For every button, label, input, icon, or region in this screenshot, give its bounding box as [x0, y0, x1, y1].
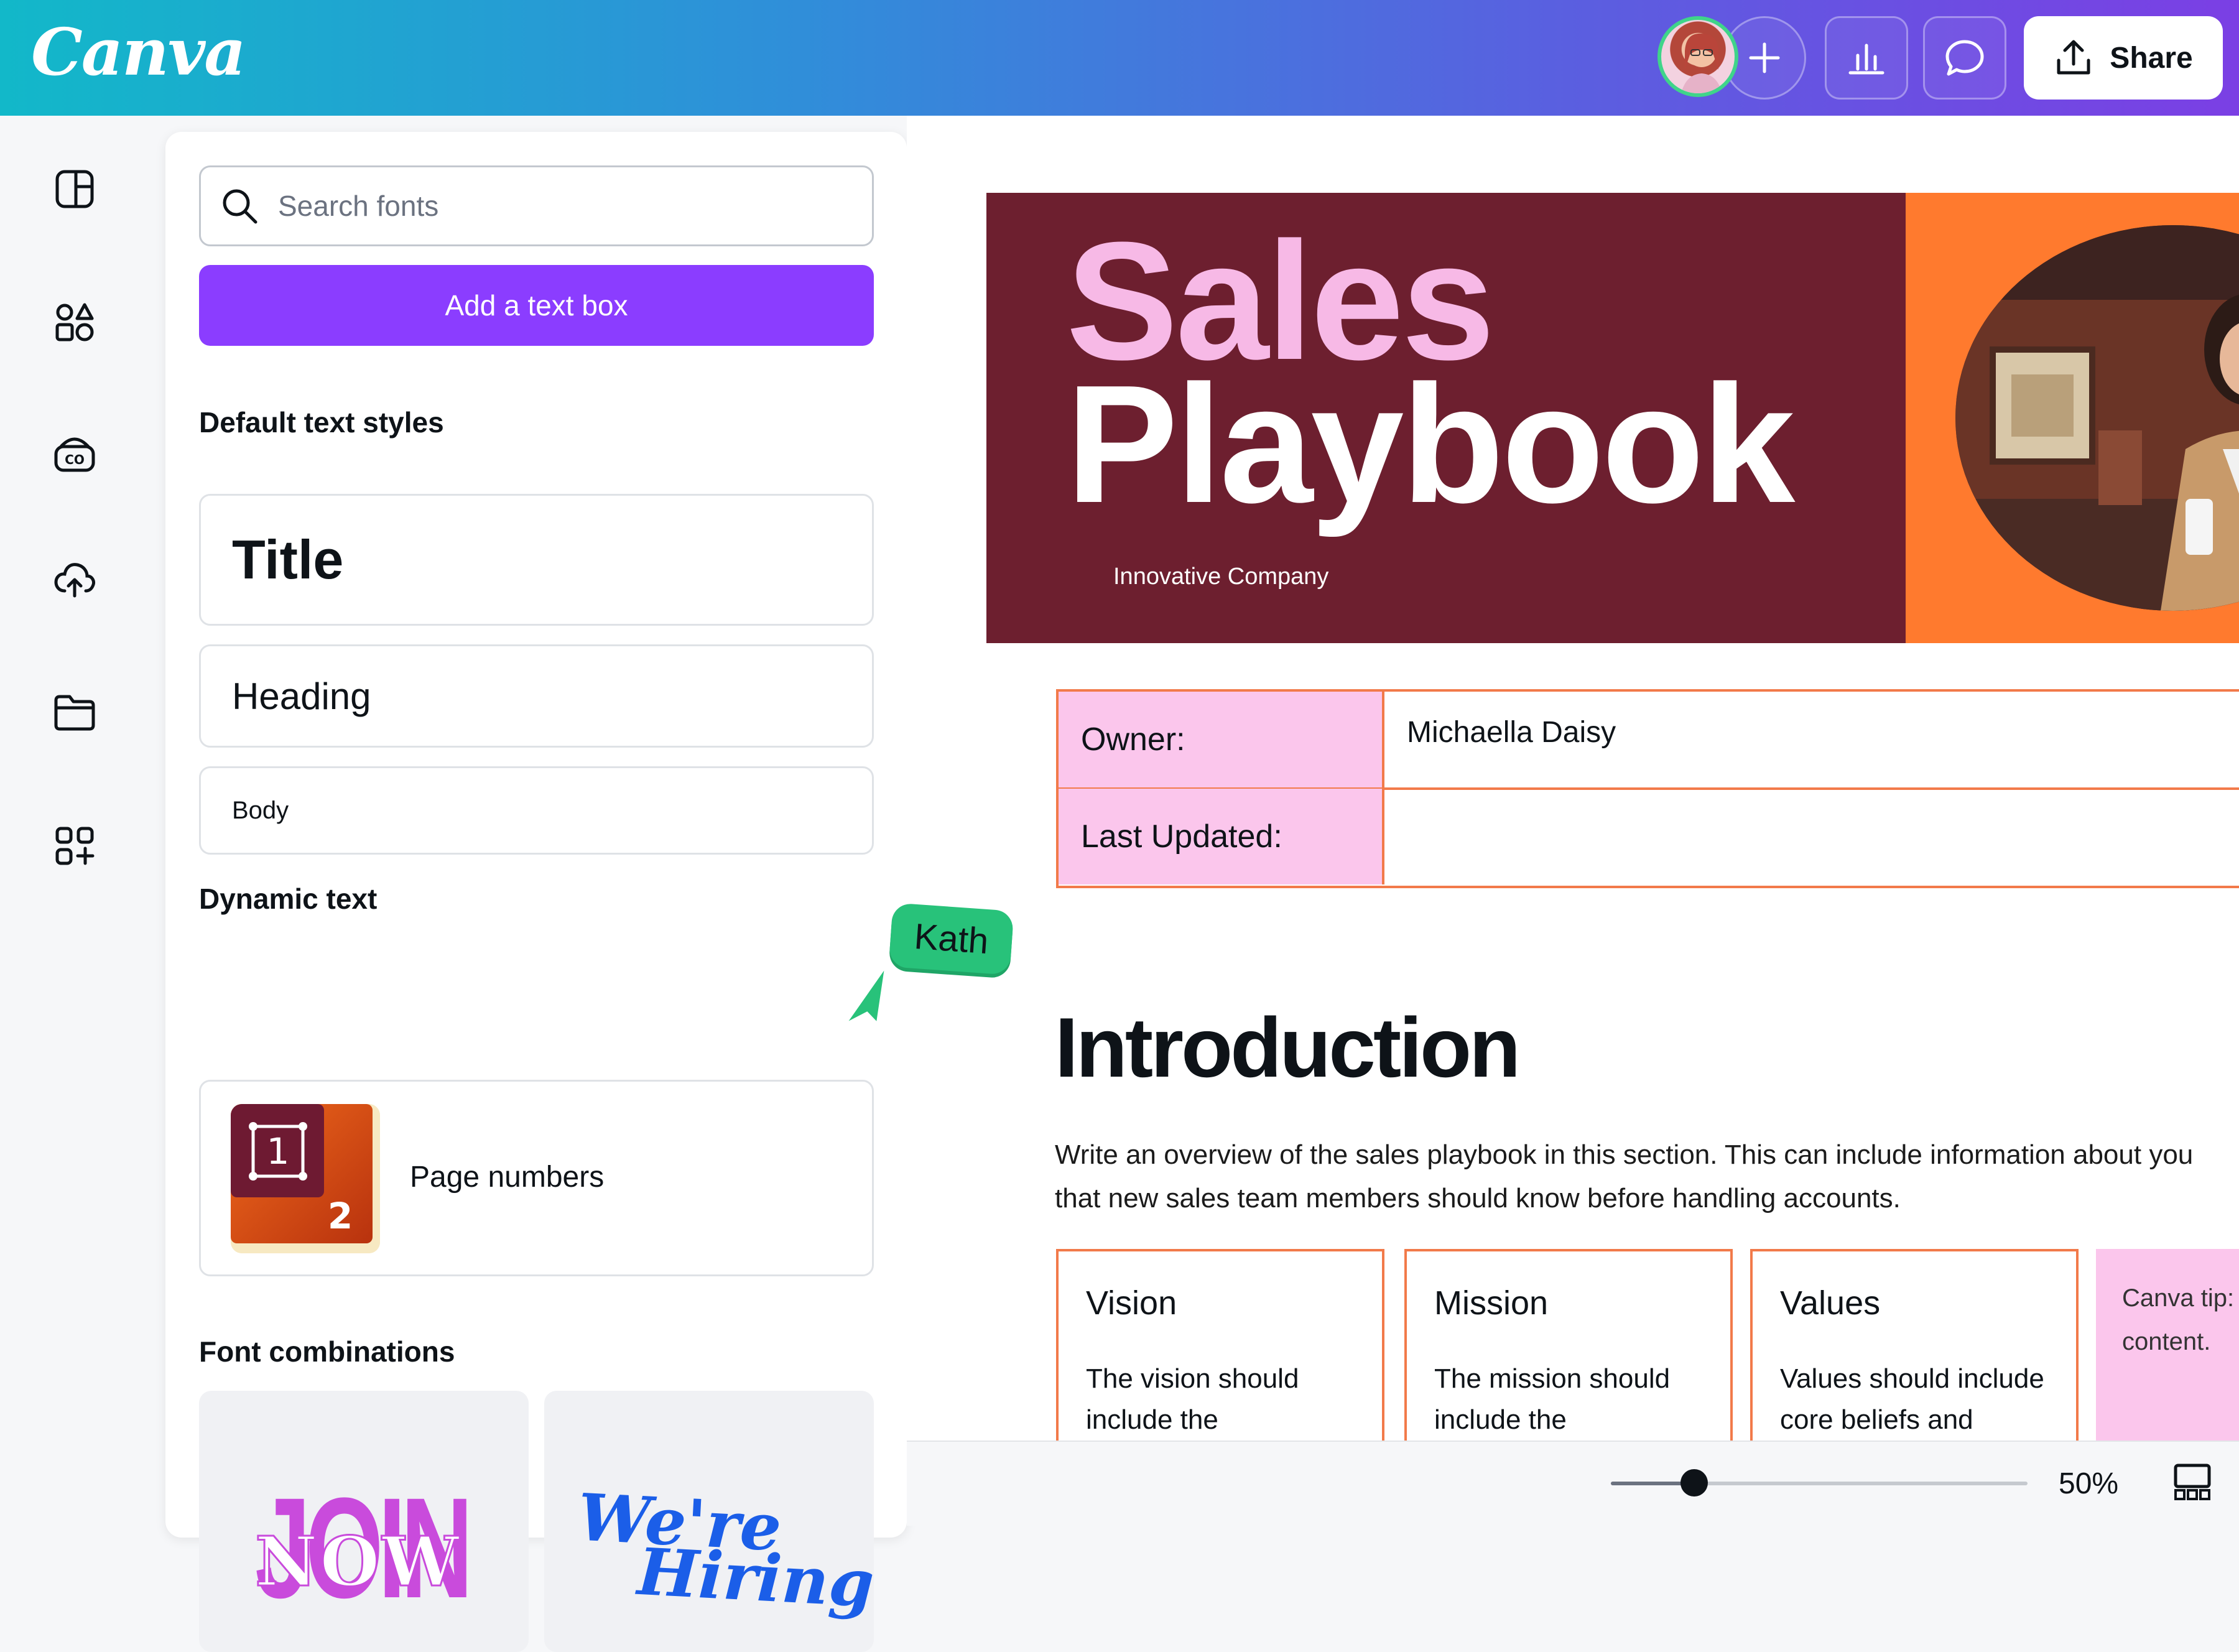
introduction-heading[interactable]: Introduction: [1055, 999, 1521, 1096]
top-bar: Canva Share: [0, 0, 2239, 116]
design-icon: [55, 170, 94, 208]
owner-value[interactable]: Michaella Daisy: [1407, 715, 1616, 749]
font-combinations-heading: Font combinations: [199, 1335, 455, 1368]
canva-tip-text: Canva tip: great for t content.: [2122, 1284, 2239, 1355]
canva-tip-box[interactable]: Canva tip: great for t content.: [2096, 1249, 2239, 1448]
font-combo-hiring[interactable]: We're Hiring!: [544, 1391, 874, 1652]
zoom-slider-handle[interactable]: [1680, 1469, 1708, 1497]
title-style-label: Title: [232, 529, 344, 590]
owner-info-table[interactable]: Owner: Michaella Daisy Last Updated:: [1056, 689, 2239, 888]
body-style-label: Body: [232, 796, 289, 824]
share-label: Share: [2110, 41, 2193, 75]
last-updated-label[interactable]: Last Updated:: [1059, 789, 1384, 884]
owner-row: Owner: Michaella Daisy: [1059, 692, 2239, 790]
upload-icon: [2057, 40, 2090, 75]
search-icon: [223, 189, 257, 224]
projects-icon: [54, 695, 95, 731]
heading-style-label: Heading: [232, 675, 371, 717]
body-style-card[interactable]: Body: [199, 766, 874, 855]
apps-icon: [55, 827, 95, 865]
search-placeholder: Search fonts: [278, 190, 439, 222]
vision-body: The vision should include the: [1086, 1363, 1299, 1435]
page-number-2: 2: [328, 1195, 353, 1237]
add-text-box-button[interactable]: Add a text box: [199, 265, 874, 346]
intro-line-1: Write an overview of the sales playbook …: [1055, 1139, 2194, 1170]
insights-button[interactable]: [1825, 16, 1908, 100]
share-button[interactable]: Share: [2024, 16, 2223, 100]
rail-brand[interactable]: CO: [46, 424, 103, 481]
grid-view-icon: [2174, 1464, 2211, 1500]
values-title: Values: [1780, 1284, 1881, 1322]
rail-elements[interactable]: [46, 294, 103, 351]
combo-hiring-text: Hiring!: [636, 1533, 874, 1624]
left-rail: CO: [0, 116, 149, 1524]
canva-logo[interactable]: Canva: [31, 14, 246, 90]
vision-title: Vision: [1086, 1284, 1177, 1322]
values-box[interactable]: Values Values should include core belief…: [1750, 1249, 2079, 1448]
svg-text:CO: CO: [65, 452, 85, 467]
banner-company[interactable]: Innovative Company: [1113, 564, 1328, 590]
banner-right-block[interactable]: [1906, 193, 2239, 643]
grid-view-button[interactable]: [2171, 1460, 2214, 1504]
page-numbers-card[interactable]: 1 2 Page numbers: [199, 1080, 874, 1276]
elements-icon: [55, 303, 94, 341]
uploads-icon: [54, 563, 95, 598]
font-combo-join-now[interactable]: JOIN NOW: [199, 1391, 529, 1652]
zoom-slider[interactable]: [1611, 1482, 2028, 1485]
introduction-paragraph[interactable]: Write an overview of the sales playbook …: [1055, 1133, 2239, 1220]
combo-now-text: NOW: [254, 1521, 461, 1603]
banner-photo[interactable]: [1955, 225, 2239, 611]
vision-box[interactable]: Vision The vision should include the: [1056, 1249, 1384, 1448]
last-updated-row: Last Updated:: [1059, 789, 2239, 884]
comments-button[interactable]: [1923, 16, 2006, 100]
comment-icon: [1945, 40, 1984, 76]
values-body: Values should include core beliefs and: [1780, 1363, 2044, 1435]
intro-line-2: that new sales team members should know …: [1055, 1183, 1901, 1213]
rail-projects[interactable]: [46, 684, 103, 741]
page-numbers-label: Page numbers: [410, 1161, 605, 1194]
mission-title: Mission: [1434, 1284, 1549, 1322]
owner-label[interactable]: Owner:: [1059, 692, 1384, 787]
rail-design[interactable]: [46, 160, 103, 218]
title-style-card[interactable]: Title: [199, 494, 874, 626]
user-avatar[interactable]: [1657, 16, 1738, 97]
page-number-1: 1: [267, 1130, 290, 1172]
page-numbers-thumbnail: 1 2: [231, 1104, 380, 1253]
rail-apps[interactable]: [46, 817, 103, 875]
heading-style-card[interactable]: Heading: [199, 644, 874, 748]
mission-box[interactable]: Mission The mission should include the: [1404, 1249, 1733, 1448]
default-text-styles-heading: Default text styles: [199, 406, 444, 439]
brand-icon: CO: [54, 437, 95, 472]
dynamic-text-heading: Dynamic text: [199, 883, 378, 915]
bar-chart-icon: [1848, 44, 1884, 75]
collaborator-name-tag: Kath: [888, 903, 1014, 975]
plus-icon: [1749, 42, 1780, 73]
banner-title-line2[interactable]: Playbook: [1066, 361, 1795, 529]
zoom-percentage[interactable]: 50%: [2059, 1467, 2118, 1501]
text-panel: Search fonts Add a text box Default text…: [165, 132, 907, 1652]
mission-body: The mission should include the: [1434, 1363, 1671, 1435]
collaborator-cursor-icon: [848, 970, 884, 1021]
bottom-bar: [907, 1441, 2239, 1526]
search-fonts-input[interactable]: Search fonts: [199, 165, 874, 246]
rail-uploads[interactable]: [46, 551, 103, 608]
